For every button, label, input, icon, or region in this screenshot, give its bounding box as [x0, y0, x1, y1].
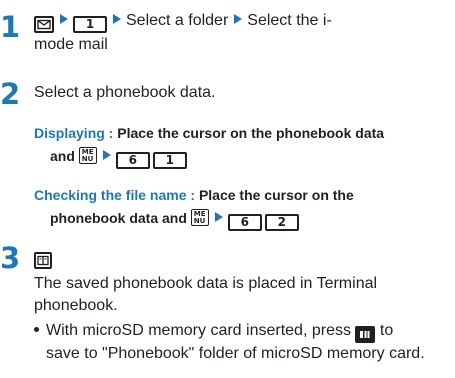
phonebook-key-icon: [34, 252, 52, 269]
checking-row: Checking the file name : Place the curso…: [34, 186, 354, 204]
step-3-bullet-a: With microSD memory card inserted, press: [46, 322, 351, 339]
arrow-icon: [214, 212, 223, 222]
checking-text-b: phonebook data and: [50, 210, 187, 226]
step-3-bullet-c: save to "Phonebook" folder of microSD me…: [46, 345, 425, 362]
checking-row-2: phonebook data and ME NU 6 2: [50, 209, 299, 231]
bullet-icon: [34, 327, 39, 332]
step-1-text-a: Select a folder: [126, 12, 229, 29]
step-3-desc-b: phonebook.: [34, 297, 118, 314]
arrow-icon: [60, 14, 68, 24]
step-2-title: Select a phonebook data.: [34, 84, 216, 101]
menu-key-icon: ME NU: [190, 209, 209, 226]
step-3-key-row: [34, 247, 52, 269]
checking-label: Checking the file name :: [34, 187, 196, 203]
key-6: 6: [227, 214, 262, 231]
key-1: 1: [73, 16, 107, 33]
displaying-text-a: Place the cursor on the phonebook data: [117, 125, 385, 141]
displaying-row: Displaying : Place the cursor on the pho…: [34, 124, 384, 142]
checking-text-a: Place the cursor on the: [198, 187, 354, 203]
step-1-instruction: 1 Select a folder Select the i-: [34, 11, 332, 33]
key-2: 2: [264, 214, 299, 231]
step-3-bullet-b: to: [379, 322, 394, 339]
step-3-number: 3: [0, 241, 21, 275]
displaying-label: Displaying :: [34, 125, 114, 141]
mail-key-icon: [34, 16, 54, 33]
external-memory-key-icon: [355, 326, 376, 343]
key-6: 6: [115, 152, 150, 169]
key-1: 1: [152, 152, 187, 169]
step-3-bullet-row: With microSD memory card inserted, press…: [34, 321, 393, 343]
displaying-text-b: and: [50, 148, 75, 164]
displaying-row-2: and ME NU 6 1: [50, 147, 187, 169]
step-3-desc-a: The saved phonebook data is placed in Te…: [34, 275, 378, 292]
step-2-number: 2: [0, 77, 21, 111]
step-1-text-c: mode mail: [34, 36, 108, 53]
arrow-icon: [234, 14, 243, 24]
arrow-icon: [113, 14, 121, 24]
step-1-text-b: Select the i-: [247, 12, 332, 29]
arrow-icon: [102, 150, 111, 160]
menu-key-icon: ME NU: [78, 147, 97, 164]
step-1-number: 1: [0, 10, 21, 44]
